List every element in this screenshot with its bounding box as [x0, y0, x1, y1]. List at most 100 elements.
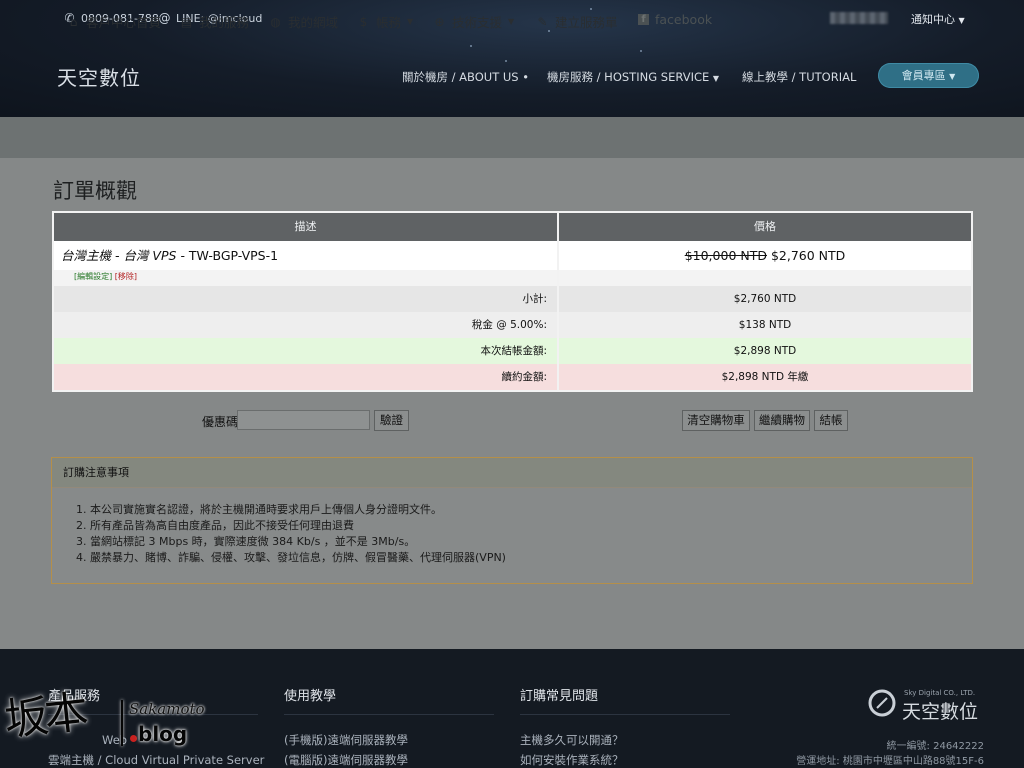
subnav-billing[interactable]: $ 帳務 ▼: [357, 12, 414, 31]
subtotal-label: 小計:: [54, 286, 559, 312]
tax-label: 稅金 @ 5.00%:: [54, 312, 559, 338]
footer-link-faq-activation[interactable]: 主機多久可以開通？: [520, 732, 624, 748]
discount-price: $2,760 NTD: [766, 248, 846, 263]
notification-menu[interactable]: 通知中心 ▼: [911, 11, 965, 27]
subnav-label: 帳務: [376, 15, 402, 30]
total-due-row: 本次結帳金額: $2,898 NTD: [54, 338, 971, 364]
promo-code-input[interactable]: [237, 410, 370, 430]
subnav-label: 客戶中心首頁: [86, 15, 162, 30]
nav-hosting-label: 機房服務 / HOSTING SERVICE: [547, 70, 710, 84]
cart-table: 描述 價格 台灣主機 - 台灣 VPS - TW-BGP-VPS-1 $10,0…: [52, 211, 973, 392]
watermark-divider: [121, 700, 123, 746]
validate-promo-button[interactable]: 驗證: [374, 410, 409, 431]
dot-icon: •: [522, 70, 530, 84]
star-decoration: [590, 8, 592, 10]
subnav-open-ticket[interactable]: ✎ 建立服務單: [536, 12, 618, 31]
total-due-label: 本次結帳金額:: [54, 338, 559, 364]
footer-link-faq-os-install[interactable]: 如何安裝作業系統？: [520, 752, 624, 768]
member-area-button[interactable]: 會員專區 ▼: [878, 63, 979, 88]
footer-link-pc-remote[interactable]: (電腦版)遠端伺服器教學: [284, 752, 408, 768]
notice-item: 所有產品皆為高自由度產品，因此不接受任何理由退費: [90, 518, 972, 534]
subnav-client-home[interactable]: ⌂ 客戶中心首頁: [67, 12, 161, 31]
footer-divider: [284, 714, 494, 715]
description-header: 描述: [54, 213, 559, 241]
company-logo-icon: [868, 689, 896, 717]
caret-down-icon: ▼: [712, 74, 720, 83]
subnav-label: 我的網域: [288, 15, 339, 30]
subnav-label: 建立服務單: [555, 15, 618, 30]
subnav-my-services[interactable]: ▤ 我的服務: [180, 12, 249, 31]
subnav-label: 我的服務: [199, 15, 250, 30]
cart-item-actions-row: [編輯設定] [移除]: [54, 270, 971, 286]
company-tax-id: 統一編號: 24642222: [886, 741, 984, 752]
product-name: - TW-BGP-VPS-1: [176, 248, 279, 263]
tax-row: 稅金 @ 5.00%: $138 NTD: [54, 312, 971, 338]
page-title: 訂單概觀: [53, 179, 137, 203]
footer-faq-title: 訂購常見問題: [520, 689, 599, 704]
recurring-label: 續約金額:: [54, 364, 559, 390]
subtotal-row: 小計: $2,760 NTD: [54, 286, 971, 312]
blurred-username[interactable]: [830, 12, 888, 24]
site-logo[interactable]: 天空數位: [57, 62, 141, 91]
caret-down-icon: ▼: [958, 16, 965, 25]
cart-product-row: 台灣主機 - 台灣 VPS - TW-BGP-VPS-1 $10,000 NTD…: [54, 241, 971, 270]
notice-list: 本公司實施實名認證，將於主機開通時要求用戶上傳個人身分證明文件。 所有產品皆為高…: [52, 488, 972, 566]
facebook-icon: f: [638, 14, 649, 25]
footer-link-cloud-vps[interactable]: 雲端主機 / Cloud Virtual Private Server: [48, 752, 264, 768]
continue-shopping-button[interactable]: 繼續購物: [754, 410, 810, 431]
member-area-label: 會員專區: [901, 69, 946, 82]
nav-tutorial-label: 線上教學 / TUTORIAL: [742, 70, 857, 84]
watermark-red-dot: [130, 735, 137, 742]
nav-hosting[interactable]: 機房服務 / HOSTING SERVICE ▼: [547, 69, 719, 85]
product-group: 台灣主機 - 台灣 VPS: [61, 248, 177, 263]
nav-about-label: 關於機房 / ABOUT US: [402, 70, 519, 84]
subnav-support[interactable]: ⊕ 技術支援 ▼: [433, 12, 514, 31]
footer-link-web[interactable]: Web: [102, 733, 127, 747]
empty-cell: [559, 270, 971, 286]
server-icon: ▤: [180, 14, 193, 29]
notice-title: 訂購注意事項: [52, 458, 972, 488]
product-description: 台灣主機 - 台灣 VPS - TW-BGP-VPS-1: [54, 241, 559, 270]
caret-down-icon: ▼: [508, 17, 515, 26]
watermark-sakamoto: Sakamoto: [129, 700, 205, 718]
support-icon: ⊕: [434, 14, 445, 29]
company-logo-name: 天空數位: [902, 701, 979, 723]
product-price: $10,000 NTD $2,760 NTD: [559, 241, 971, 270]
tax-value: $138 NTD: [738, 319, 792, 331]
recurring-value: $2,898 NTD 年繳: [721, 371, 809, 383]
globe-icon: ◍: [270, 14, 281, 29]
dollar-icon: $: [359, 14, 368, 29]
watermark-calligraphy: 坂本: [2, 686, 87, 747]
star-decoration: [505, 60, 507, 62]
footer-tutorial-title: 使用教學: [284, 689, 337, 704]
subnav-facebook[interactable]: f facebook: [638, 12, 712, 27]
watermark-blog: blog: [138, 722, 188, 746]
subnav-label: facebook: [655, 12, 713, 27]
remove-item-link[interactable]: [移除]: [115, 272, 137, 281]
nav-about[interactable]: 關於機房 / ABOUT US •: [402, 69, 529, 85]
star-decoration: [470, 45, 472, 47]
empty-cart-button[interactable]: 清空購物車: [682, 410, 750, 431]
checkout-button[interactable]: 結帳: [814, 410, 848, 431]
edit-config-link[interactable]: [編輯設定]: [74, 272, 112, 281]
original-price: $10,000 NTD: [684, 248, 767, 263]
edit-icon: ✎: [537, 14, 548, 29]
notice-item: 本公司實施實名認證，將於主機開通時要求用戶上傳個人身分證明文件。: [90, 502, 972, 518]
footer-divider: [520, 714, 730, 715]
total-due-value: $2,898 NTD: [733, 345, 797, 357]
company-logo-subtitle: Sky Digital CO., LTD.: [904, 689, 976, 697]
item-actions: [編輯設定] [移除]: [54, 270, 559, 286]
subnav-my-domains[interactable]: ◍ 我的網域: [269, 12, 338, 31]
subnav-label: 技術支援: [452, 15, 503, 30]
home-icon: ⌂: [69, 14, 78, 29]
price-header: 價格: [754, 220, 776, 233]
order-notice-panel: 訂購注意事項 本公司實施實名認證，將於主機開通時要求用戶上傳個人身分證明文件。 …: [51, 457, 973, 584]
nav-tutorial[interactable]: 線上教學 / TUTORIAL: [742, 69, 856, 85]
notice-item: 當網站標記 3 Mbps 時，實際速度微 384 Kb/s ，並不是 3Mb/s…: [90, 534, 972, 550]
client-nav-bar: [0, 117, 1024, 158]
caret-down-icon: ▼: [949, 72, 956, 81]
footer-link-mobile-remote[interactable]: (手機版)遠端伺服器教學: [284, 732, 408, 748]
notice-item: 嚴禁暴力、賭博、詐騙、侵權、攻擊、發垃信息，仿牌、假冒醫藥、代理伺服器(VPN): [90, 550, 972, 566]
subtotal-value: $2,760 NTD: [733, 293, 797, 305]
promo-code-label: 優惠碼: [202, 415, 239, 429]
